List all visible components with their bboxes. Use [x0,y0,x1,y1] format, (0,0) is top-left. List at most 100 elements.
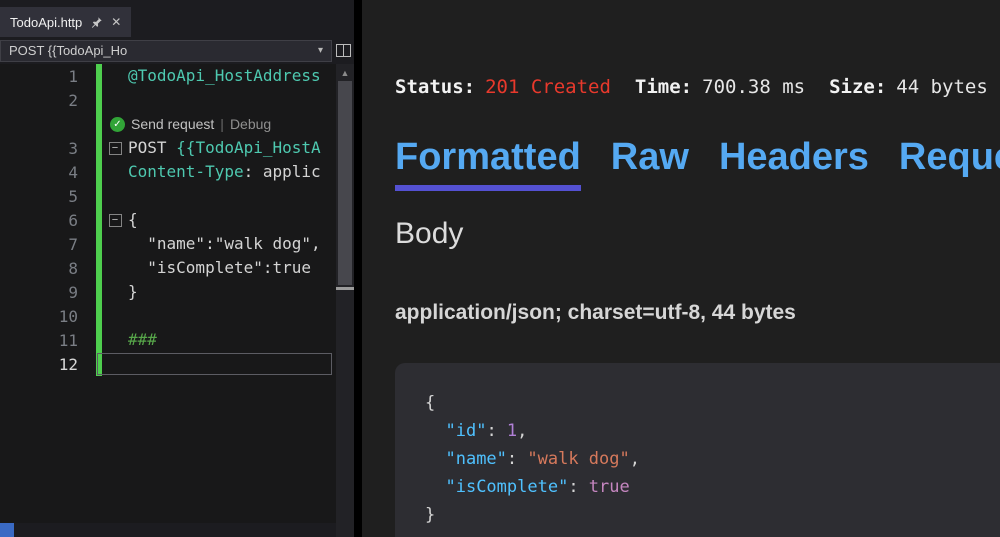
editor-line[interactable]: 10 [0,304,336,328]
json-token: true [589,477,630,497]
code-token: ### [128,330,157,349]
json-token: , [517,421,527,441]
close-icon[interactable]: ✕ [111,16,121,28]
code-token: { [128,210,138,229]
editor-line[interactable]: 3−POST {{TodoApi_HostA [0,136,336,160]
debug-link[interactable]: Debug [230,116,271,132]
request-success-icon: ✓ [110,117,125,132]
editor-rows: 1 @TodoApi_HostAddress 2 ✓ Send request | Debu… [0,64,336,376]
json-line: "name": "walk dog", [425,445,1000,473]
code-token: "isComplete":true [128,258,311,277]
fold-column: − [102,142,128,155]
json-token [425,421,445,441]
editor-line[interactable]: 9} [0,280,336,304]
tab-headers[interactable]: Headers [719,136,869,191]
chevron-down-icon: ▾ [318,45,323,56]
vertical-scrollbar[interactable]: ▲ [336,64,354,537]
change-indicator [96,256,102,280]
code-text: @TodoApi_HostAddress [128,64,336,88]
line-number: 2 [0,91,96,110]
content-type-text: application/json; charset=utf-8, 44 byte… [395,301,1000,325]
line-number: 9 [0,283,96,302]
response-body-json[interactable]: { "id": 1, "name": "walk dog", "isComple… [395,363,1000,537]
pane-divider[interactable] [354,0,362,537]
code-token: @TodoApi_HostAddress [128,66,321,85]
editor-line[interactable]: 8 "isComplete":true [0,256,336,280]
tab-raw[interactable]: Raw [611,136,689,191]
code-token: applic [263,162,321,181]
current-line-highlight [97,353,332,375]
split-editor-icon[interactable] [332,44,354,57]
line-number: 1 [0,67,96,86]
visual-studio-window: TodoApi.http ✕ POST {{TodoApi_Ho ▾ 1 @Tod… [0,0,1000,537]
editor-line[interactable]: 5 [0,184,336,208]
change-indicator [96,64,102,88]
status-label: Status: [395,76,475,98]
editor-line[interactable]: 2 [0,88,336,112]
json-token: : [507,449,527,469]
code-token: POST [128,138,176,157]
editor-line[interactable]: 7 "name":"walk dog", [0,232,336,256]
scroll-up-arrow-icon[interactable]: ▲ [336,64,354,78]
body-section-heading: Body [395,217,1000,251]
json-line: "isComplete": true [425,473,1000,501]
change-indicator [96,352,102,376]
code-text: } [128,280,336,304]
json-token: 1 [507,421,517,441]
horizontal-scrollbar[interactable] [0,523,336,537]
status-value: 201 Created [485,76,611,98]
json-token: , [630,449,640,469]
editor-line[interactable]: 4 Content-Type: applic [0,160,336,184]
json-token [425,477,445,497]
tab-formatted[interactable]: Formatted [395,136,581,191]
json-line: { [425,389,1000,417]
code-text: Content-Type: applic [128,160,336,184]
code-lens-row[interactable]: ✓ Send request | Debug [0,112,336,136]
code-editor[interactable]: 1 @TodoApi_HostAddress 2 ✓ Send request | Debu… [0,64,354,537]
response-tabs: Formatted Raw Headers Request [395,136,1000,191]
fold-marker-icon[interactable]: − [109,214,122,227]
editor-line[interactable]: 6−{ [0,208,336,232]
code-token: Content-Type [128,162,244,181]
change-indicator [96,88,102,112]
scrollbar-corner-badge [0,523,14,537]
editor-line[interactable]: 12 [0,352,336,376]
change-indicator [96,232,102,256]
editor-line[interactable]: 11### [0,328,336,352]
code-text: "name":"walk dog", [128,232,336,256]
editor-pane: TodoApi.http ✕ POST {{TodoApi_Ho ▾ 1 @Tod… [0,0,354,537]
code-lens-separator: | [220,116,224,132]
json-token: } [425,505,435,525]
request-toolbar: POST {{TodoApi_Ho ▾ [0,37,354,64]
tab-request[interactable]: Request [899,136,1000,191]
document-tab[interactable]: TodoApi.http ✕ [0,7,131,37]
scrollbar-grip[interactable] [336,287,354,290]
line-number: 8 [0,259,96,278]
size-value: 44 bytes [896,76,988,98]
pin-icon[interactable] [90,16,103,29]
code-text: { [128,208,336,232]
json-lines: { "id": 1, "name": "walk dog", "isComple… [425,389,1000,529]
line-number: 3 [0,139,96,158]
code-text: "isComplete":true [128,256,336,280]
change-indicator [96,160,102,184]
code-token: } [128,282,138,301]
change-indicator [96,184,102,208]
code-text: POST {{TodoApi_HostA [128,136,336,160]
line-number: 4 [0,163,96,182]
code-lens: ✓ Send request | Debug [102,116,271,132]
response-pane: Status: 201 Created Time: 700.38 ms Size… [362,0,1000,537]
code-token: {{TodoApi_HostA [176,138,321,157]
change-indicator [96,328,102,352]
response-status-row: Status: 201 Created Time: 700.38 ms Size… [395,76,1000,98]
code-token: "name":"walk dog", [128,234,321,253]
request-selector-value: POST {{TodoApi_Ho [9,43,127,58]
editor-line[interactable]: 1 @TodoApi_HostAddress [0,64,336,88]
request-selector-dropdown[interactable]: POST {{TodoApi_Ho ▾ [0,40,332,62]
code-token: : [244,162,263,181]
json-token: "name" [445,449,506,469]
send-request-link[interactable]: Send request [131,116,214,132]
scrollbar-thumb[interactable] [338,81,352,285]
fold-marker-icon[interactable]: − [109,142,122,155]
split-editor-glyph [336,44,351,57]
